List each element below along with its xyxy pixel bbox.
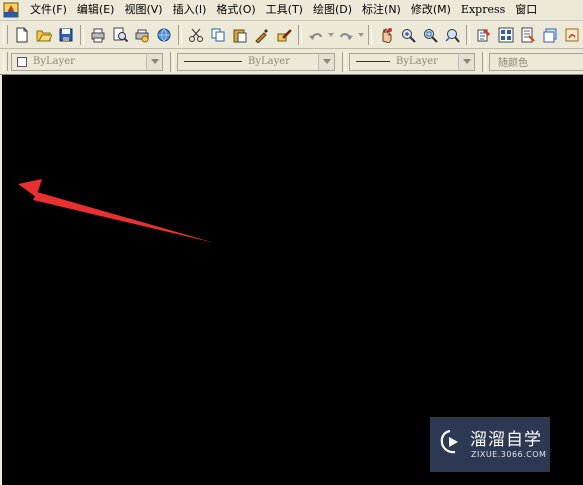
menu-edit[interactable]: 编辑(E) <box>72 0 120 20</box>
color-control-dropdown[interactable]: ByLayer <box>11 52 163 71</box>
properties-toolbar: ByLayer ByLayer ByLayer 随颜色 <box>0 49 583 75</box>
copy-icon[interactable] <box>207 24 229 46</box>
block-editor-icon[interactable] <box>273 24 295 46</box>
menu-view[interactable]: 视图(V) <box>119 0 167 20</box>
menu-dimension[interactable]: 标注(N) <box>357 0 406 20</box>
3d-dwf-icon[interactable] <box>153 24 175 46</box>
publish-icon[interactable] <box>131 24 153 46</box>
toolbar-grip[interactable] <box>3 52 8 71</box>
menu-insert[interactable]: 插入(I) <box>168 0 212 20</box>
menu-draw[interactable]: 绘图(D) <box>308 0 357 20</box>
tool-palettes-icon[interactable] <box>517 24 539 46</box>
undo-dropdown-icon[interactable] <box>327 24 335 46</box>
menu-file[interactable]: 文件(F) <box>25 0 72 20</box>
standard-toolbar <box>0 21 583 49</box>
menu-format[interactable]: 格式(O) <box>211 0 260 20</box>
watermark: 溜溜自学 ZIXUE.3066.COM <box>430 417 550 472</box>
new-icon[interactable] <box>11 24 33 46</box>
cut-icon[interactable] <box>185 24 207 46</box>
plot-icon[interactable] <box>87 24 109 46</box>
plotstyle-control-dropdown[interactable]: 随颜色 <box>489 52 583 71</box>
play-logo-icon <box>440 429 458 454</box>
toolbar-separator <box>368 24 372 45</box>
chevron-down-icon[interactable] <box>146 53 162 70</box>
lineweight-control-dropdown[interactable]: ByLayer <box>349 52 475 71</box>
lineweight-sample <box>356 61 390 62</box>
toolbar-separator <box>170 51 174 72</box>
menu-tools[interactable]: 工具(T) <box>261 0 308 20</box>
toolbar-separator <box>178 24 182 45</box>
zoom-realtime-icon[interactable] <box>397 24 419 46</box>
toolbar-separator <box>80 24 84 45</box>
autocad-app-icon[interactable] <box>3 2 19 18</box>
toolbar-separator <box>298 24 302 45</box>
zoom-previous-icon[interactable] <box>441 24 463 46</box>
save-icon[interactable] <box>55 24 77 46</box>
toolbar-grip[interactable] <box>3 25 8 44</box>
plot-preview-icon[interactable] <box>109 24 131 46</box>
linetype-sample <box>184 61 242 62</box>
redo-icon[interactable] <box>335 24 357 46</box>
open-icon[interactable] <box>33 24 55 46</box>
lineweight-value: ByLayer <box>396 56 438 67</box>
toolbar-separator <box>482 51 486 72</box>
plotstyle-value: 随颜色 <box>498 58 528 69</box>
match-properties-icon[interactable] <box>251 24 273 46</box>
watermark-url: ZIXUE.3066.COM <box>471 450 547 459</box>
menu-bar: 文件(F) 编辑(E) 视图(V) 插入(I) 格式(O) 工具(T) 绘图(D… <box>0 0 583 21</box>
linetype-value: ByLayer <box>248 56 290 67</box>
toolbar-separator <box>342 51 346 72</box>
zoom-window-icon[interactable] <box>419 24 441 46</box>
redo-dropdown-icon[interactable] <box>357 24 365 46</box>
paste-icon[interactable] <box>229 24 251 46</box>
linetype-control-dropdown[interactable]: ByLayer <box>177 52 335 71</box>
sheet-set-icon[interactable] <box>539 24 561 46</box>
markup-icon[interactable] <box>561 24 583 46</box>
toolbar-separator <box>466 24 470 45</box>
color-swatch <box>17 56 27 67</box>
drawing-area-left-border <box>0 75 2 485</box>
chevron-down-icon[interactable] <box>458 53 474 70</box>
undo-icon[interactable] <box>305 24 327 46</box>
menu-modify[interactable]: 修改(M) <box>406 0 456 20</box>
watermark-title: 溜溜自学 <box>470 430 542 450</box>
color-value: ByLayer <box>33 56 75 67</box>
pan-icon[interactable] <box>375 24 397 46</box>
chevron-down-icon[interactable] <box>318 53 334 70</box>
menu-window[interactable]: 窗口 <box>510 0 542 20</box>
properties-icon[interactable] <box>473 24 495 46</box>
menu-express[interactable]: Express <box>456 0 510 20</box>
design-center-icon[interactable] <box>495 24 517 46</box>
